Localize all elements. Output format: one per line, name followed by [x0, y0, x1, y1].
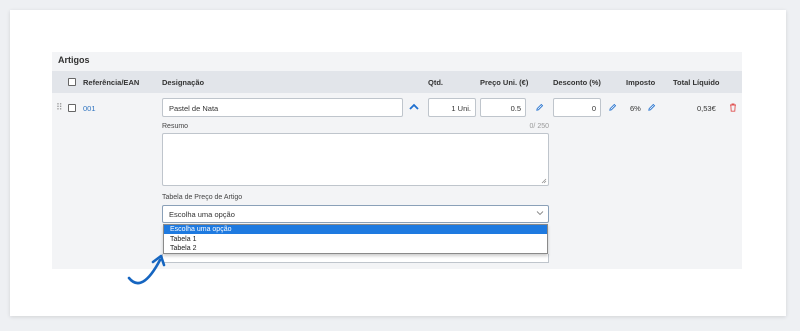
select-all-checkbox[interactable]: [68, 78, 76, 86]
col-qtd: Qtd.: [428, 78, 443, 87]
col-designacao: Designação: [162, 78, 205, 87]
qtd-input[interactable]: 1 Uni.: [428, 98, 476, 117]
dropdown-option[interactable]: Escolha uma opção: [164, 225, 547, 234]
designacao-input[interactable]: Pastel de Nata: [162, 98, 403, 117]
tabela-select[interactable]: Escolha uma opção: [162, 205, 549, 223]
resize-handle-icon[interactable]: [541, 178, 547, 184]
chevron-up-icon[interactable]: [408, 102, 420, 112]
edit-tax-pencil-icon[interactable]: [647, 103, 656, 112]
total-value: 0,53€: [697, 104, 716, 113]
dropdown-option[interactable]: Tabela 1: [164, 235, 547, 244]
chevron-down-icon[interactable]: [536, 210, 544, 216]
trash-icon[interactable]: [729, 103, 737, 112]
col-ref: Referência/EAN: [83, 78, 140, 87]
preco-input[interactable]: 0.5: [480, 98, 526, 117]
edit-discount-pencil-icon[interactable]: [608, 103, 617, 112]
dropdown-option[interactable]: Tabela 2: [164, 244, 547, 253]
col-imposto: Imposto: [626, 78, 656, 87]
row-ref-link[interactable]: 001: [83, 104, 96, 113]
resumo-label: Resumo: [162, 123, 189, 130]
obscured-field: [162, 254, 549, 263]
tabela-dropdown-list: Escolha uma opção Tabela 1 Tabela 2: [163, 224, 548, 254]
tabela-label: Tabela de Preço de Artigo: [162, 194, 243, 201]
col-desconto: Desconto (%): [553, 78, 601, 87]
col-preco: Preço Uni. (€): [480, 78, 529, 87]
annotation-arrow-icon: [127, 254, 166, 285]
section-title: Artigos: [58, 55, 90, 65]
edit-price-pencil-icon[interactable]: [535, 103, 544, 112]
row-checkbox[interactable]: [68, 104, 76, 112]
desconto-input[interactable]: 0: [553, 98, 601, 117]
resumo-counter: 0/ 250: [529, 123, 549, 130]
resumo-textarea[interactable]: [162, 133, 549, 186]
drag-handle-icon[interactable]: ⠿: [56, 103, 63, 112]
col-total: Total Líquido: [673, 78, 720, 87]
imposto-value: 6%: [630, 104, 641, 113]
